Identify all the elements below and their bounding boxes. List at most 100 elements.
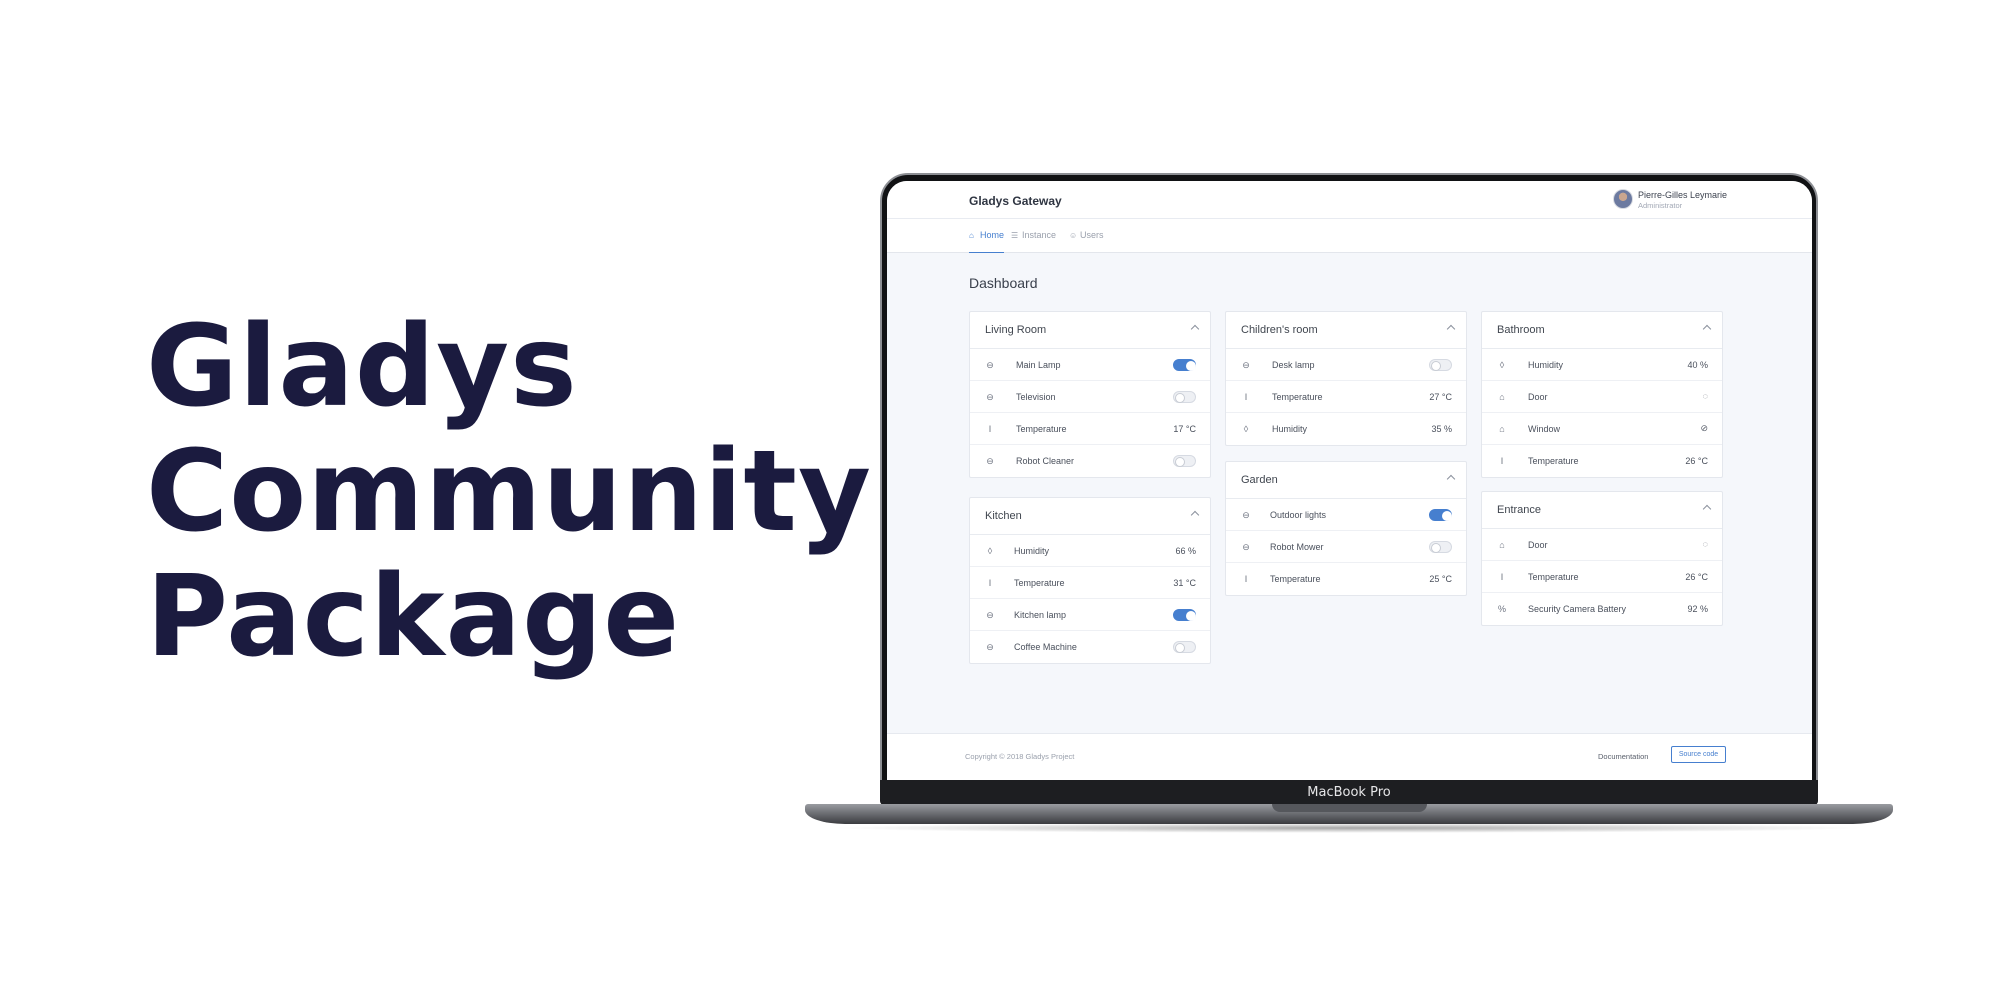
device-toggle[interactable] [1173, 641, 1196, 653]
device-toggle[interactable] [1173, 391, 1196, 403]
chevron-up-icon[interactable] [1190, 510, 1200, 520]
toggle-icon: ⊖ [1242, 542, 1250, 552]
device-row: ⊖ Robot Mower [1226, 531, 1466, 563]
user-icon: ☺ [1069, 231, 1078, 240]
card-bathroom: Bathroom ◊ Humidity 40 % ⌂ Door ◌ ⌂ Window ⊘ I Temp… [1481, 311, 1723, 478]
card-header[interactable]: Bathroom [1482, 312, 1722, 349]
chevron-up-icon[interactable] [1702, 324, 1712, 334]
card-living-room: Living Room ⊖ Main Lamp ⊖ Television I Tempera… [969, 311, 1211, 478]
droplet-icon: ◊ [987, 546, 993, 556]
home-icon: ⌂ [1499, 424, 1505, 434]
device-row: ◊ Humidity 66 % [970, 535, 1210, 567]
card-header[interactable]: Kitchen [970, 498, 1210, 535]
card-header[interactable]: Children's room [1226, 312, 1466, 349]
headline-line-3: Package [146, 552, 681, 682]
device-toggle[interactable] [1173, 609, 1196, 621]
home-icon: ⌂ [1499, 540, 1505, 550]
source-code-button[interactable]: Source code [1671, 746, 1726, 763]
chevron-up-icon[interactable] [1190, 324, 1200, 334]
card-title: Living Room [985, 324, 1047, 336]
card-header[interactable]: Garden [1226, 462, 1466, 499]
device-value: 25 °C [1429, 574, 1452, 584]
device-row: ◊ Humidity 35 % [1226, 413, 1466, 445]
device-label: Kitchen lamp [1014, 610, 1067, 620]
tab-users[interactable]: ☺ Users [1069, 230, 1104, 253]
device-label: Temperature [1014, 578, 1065, 588]
card-title: Entrance [1497, 504, 1542, 516]
device-toggle[interactable] [1173, 455, 1196, 467]
device-value: 92 % [1687, 604, 1708, 614]
device-label: Humidity [1272, 424, 1308, 434]
chevron-up-icon[interactable] [1702, 504, 1712, 514]
device-row: ⊖ Kitchen lamp [970, 599, 1210, 631]
thermometer-icon: I [1244, 574, 1248, 584]
card-childrens-room: Children's room ⊖ Desk lamp I Temperature 27 … [1225, 311, 1467, 446]
card-title: Children's room [1241, 324, 1318, 336]
device-label: Robot Cleaner [1016, 456, 1075, 466]
device-toggle[interactable] [1429, 541, 1452, 553]
droplet-icon: ◊ [1499, 360, 1505, 370]
device-row: I Temperature 17 °C [970, 413, 1210, 445]
droplet-icon: ◊ [1243, 424, 1249, 434]
page-title: Dashboard [969, 275, 1038, 291]
device-value: 66 % [1175, 546, 1196, 556]
device-row: % Security Camera Battery 92 % [1482, 593, 1722, 625]
brand-title[interactable]: Gladys Gateway [969, 194, 1062, 208]
headline-line-1: Gladys [146, 302, 578, 432]
app-header: Gladys Gateway Pierre-Gilles Leymarie Ad… [887, 181, 1812, 219]
device-value: 26 °C [1685, 572, 1708, 582]
device-value: 17 °C [1173, 424, 1196, 434]
home-icon: ⌂ [969, 231, 974, 240]
device-toggle[interactable] [1429, 509, 1452, 521]
device-value: 31 °C [1173, 578, 1196, 588]
tab-home[interactable]: ⌂ Home [969, 230, 1005, 253]
chevron-up-icon[interactable] [1446, 474, 1456, 484]
user-menu[interactable]: Pierre-Gilles Leymarie Administrator [1613, 189, 1733, 215]
device-label: Temperature [1016, 424, 1067, 434]
card-header[interactable]: Living Room [970, 312, 1210, 349]
avatar [1613, 189, 1633, 209]
laptop-shadow [830, 823, 1868, 833]
device-label: Humidity [1014, 546, 1050, 556]
card-kitchen: Kitchen ◊ Humidity 66 % I Temperature 31 °C ⊖ Ki… [969, 497, 1211, 664]
shield-icon: ◌ [1702, 539, 1708, 549]
user-role: Administrator [1638, 201, 1683, 210]
device-row: I Temperature 27 °C [1226, 381, 1466, 413]
device-toggle[interactable] [1429, 359, 1452, 371]
device-label: Door [1528, 540, 1548, 550]
tab-instance[interactable]: ☰ Instance [1011, 230, 1056, 253]
device-row: ⊖ Television [970, 381, 1210, 413]
tab-users-label: Users [1080, 230, 1104, 240]
main-nav: ⌂ Home ☰ Instance ☺ Users [887, 219, 1812, 253]
device-row: I Temperature 25 °C [1226, 563, 1466, 595]
device-label: Door [1528, 392, 1548, 402]
toggle-icon: ⊖ [1242, 360, 1250, 370]
thermometer-icon: I [1244, 392, 1248, 402]
device-label: Robot Mower [1270, 542, 1324, 552]
device-label: Temperature [1272, 392, 1323, 402]
laptop-label: MacBook Pro [1307, 785, 1391, 800]
documentation-link[interactable]: Documentation [1598, 752, 1648, 761]
device-value: 35 % [1431, 424, 1452, 434]
toggle-icon: ⊖ [986, 456, 994, 466]
device-row: ⌂ Door ◌ [1482, 529, 1722, 561]
device-row: I Temperature 26 °C [1482, 561, 1722, 593]
percent-icon: % [1497, 604, 1506, 614]
device-label: Main Lamp [1016, 360, 1061, 370]
device-row: ◊ Humidity 40 % [1482, 349, 1722, 381]
device-row: I Temperature 31 °C [970, 567, 1210, 599]
device-label: Temperature [1270, 574, 1321, 584]
card-header[interactable]: Entrance [1482, 492, 1722, 529]
device-value: 26 °C [1685, 456, 1708, 466]
card-entrance: Entrance ⌂ Door ◌ I Temperature 26 °C% Security… [1481, 491, 1723, 626]
app-footer: Copyright © 2018 Gladys Project Document… [887, 733, 1812, 780]
thermometer-icon: I [988, 578, 992, 588]
chevron-up-icon[interactable] [1446, 324, 1456, 334]
device-toggle[interactable] [1173, 359, 1196, 371]
device-row: ⌂ Window ⊘ [1482, 413, 1722, 445]
user-name: Pierre-Gilles Leymarie [1638, 190, 1728, 200]
device-row: ⊖ Main Lamp [970, 349, 1210, 381]
thermometer-icon: I [988, 424, 992, 434]
card-title: Bathroom [1497, 324, 1545, 336]
device-label: Television [1016, 392, 1056, 402]
